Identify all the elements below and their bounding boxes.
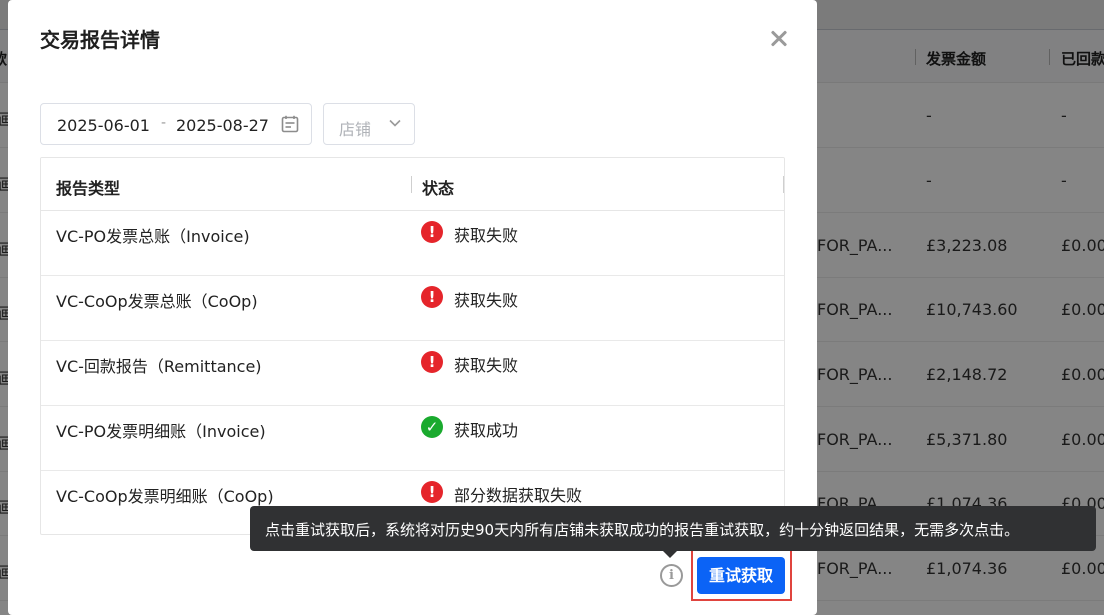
header-status: 状态 [422, 179, 455, 198]
close-icon[interactable] [766, 26, 792, 52]
status-text: 获取成功 [454, 421, 519, 440]
status-text: 获取失败 [454, 291, 519, 310]
report-type-cell: VC-回款报告（Remittance) [56, 357, 262, 376]
success-check-icon: ✓ [421, 416, 443, 438]
tooltip-arrow [663, 551, 677, 558]
report-type-cell: VC-CoOp发票总账（CoOp) [56, 292, 258, 311]
report-table-row: VC-回款报告（Remittance)! 获取失败 [41, 341, 784, 406]
error-exclamation-icon: ! [421, 351, 443, 373]
date-end[interactable]: 2025-08-27 [176, 116, 269, 135]
report-type-cell: VC-CoOp发票明细账（CoOp) [56, 487, 274, 506]
retry-tooltip: 点击重试获取后，系统将对历史90天内所有店铺未获取成功的报告重试获取，约十分钟返… [250, 506, 1096, 551]
report-type-cell: VC-PO发票总账（Invoice) [56, 227, 250, 246]
column-separator [411, 176, 412, 193]
report-table-row: VC-PO发票明细账（Invoice) ✓ 获取成功 [41, 406, 784, 471]
error-exclamation-icon: ! [421, 481, 443, 503]
modal-title: 交易报告详情 [40, 28, 160, 52]
error-exclamation-icon: ! [421, 221, 443, 243]
report-table: 报告类型 状态 VC-PO发票总账（Invoice)! 获取失败 VC-CoOp发票… [40, 157, 785, 535]
report-table-header: 报告类型 状态 [41, 158, 784, 211]
report-table-row: VC-PO发票总账（Invoice)! 获取失败 [41, 211, 784, 276]
calendar-icon[interactable] [281, 115, 299, 133]
info-icon[interactable]: i [660, 564, 683, 587]
shop-select[interactable]: 店铺 [323, 103, 415, 145]
column-separator [783, 176, 784, 193]
date-start[interactable]: 2025-06-01 [57, 116, 150, 135]
error-exclamation-icon: ! [421, 286, 443, 308]
chevron-down-icon [389, 119, 401, 127]
status-text: 部分数据获取失败 [454, 486, 583, 505]
report-table-row: VC-CoOp发票总账（CoOp)! 获取失败 [41, 276, 784, 341]
date-separator: - [161, 115, 167, 131]
status-text: 获取失败 [454, 356, 519, 375]
report-type-cell: VC-PO发票明细账（Invoice) [56, 422, 266, 441]
status-text: 获取失败 [454, 226, 519, 245]
date-range-picker[interactable]: 2025-06-01 - 2025-08-27 [40, 103, 312, 145]
header-report-type: 报告类型 [56, 179, 121, 198]
shop-select-placeholder: 店铺 [339, 120, 372, 139]
retry-fetch-button[interactable]: 重试获取 [697, 557, 785, 594]
